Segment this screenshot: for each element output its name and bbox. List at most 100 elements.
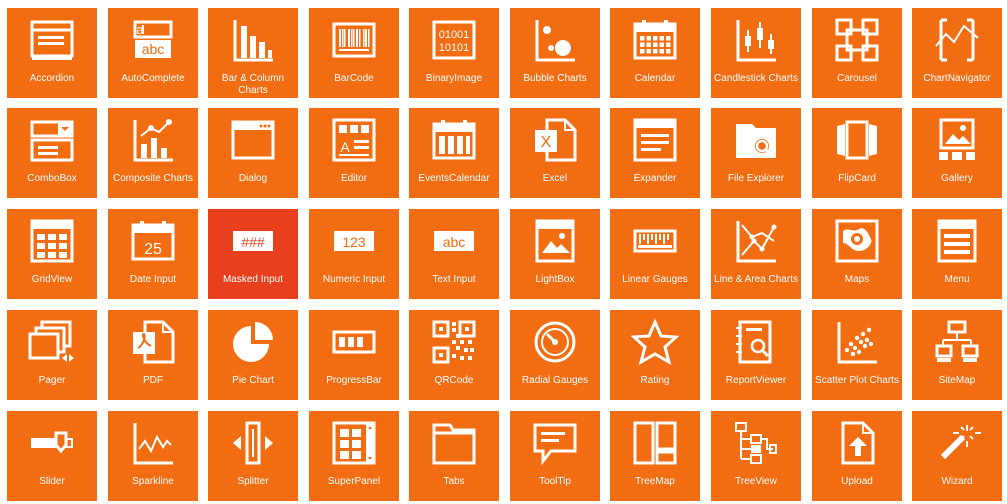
- splitter-icon: [229, 419, 277, 467]
- tile-wizard[interactable]: Wizard: [912, 411, 1002, 501]
- tile-masked-input[interactable]: ### Masked Input: [208, 209, 298, 299]
- tile-splitter[interactable]: Splitter: [208, 411, 298, 501]
- superpanel-icon: [330, 419, 378, 467]
- tile-gridview[interactable]: GridView: [7, 209, 97, 299]
- tile-chart-navigator[interactable]: ChartNavigator: [912, 8, 1002, 98]
- tile-label: Editor: [340, 173, 368, 184]
- bubble-chart-icon: [531, 16, 579, 64]
- tile-map[interactable]: Maps: [812, 209, 902, 299]
- tile-star[interactable]: Rating: [610, 310, 700, 400]
- tile-label: BarCode: [334, 73, 374, 84]
- tile-excel[interactable]: X Excel: [510, 108, 600, 198]
- dialog-icon: [229, 116, 277, 164]
- pager-icon: [28, 318, 76, 366]
- tile-radial-gauge[interactable]: Radial Gauges: [510, 310, 600, 400]
- accordion-icon: [28, 16, 76, 64]
- binary-image-icon: 01001 10101: [430, 16, 478, 64]
- tile-autocomplete[interactable]: a abc AutoComplete: [108, 8, 198, 98]
- combobox-icon: [28, 116, 76, 164]
- tile-sitemap[interactable]: SiteMap: [912, 310, 1002, 400]
- tile-label: SiteMap: [938, 375, 976, 386]
- tile-tooltip[interactable]: ToolTip: [510, 411, 600, 501]
- tile-accordion[interactable]: Accordion: [7, 8, 97, 98]
- tile-label: Wizard: [941, 476, 973, 487]
- expander-icon: [631, 116, 679, 164]
- tile-label: ComboBox: [27, 173, 77, 184]
- tile-bar-chart[interactable]: Bar & Column Charts: [208, 8, 298, 98]
- tile-treemap[interactable]: TreeMap: [610, 411, 700, 501]
- tile-line-chart[interactable]: Line & Area Charts: [711, 209, 801, 299]
- tile-superpanel[interactable]: SuperPanel: [309, 411, 399, 501]
- sparkline-icon: [129, 419, 177, 467]
- tile-candlestick-chart[interactable]: Candlestick Charts: [711, 8, 801, 98]
- tile-label: EventsCalendar: [418, 173, 490, 184]
- tile-slider[interactable]: Slider: [7, 411, 97, 501]
- tile-dialog[interactable]: Dialog: [208, 108, 298, 198]
- tile-report-viewer[interactable]: ReportViewer: [711, 310, 801, 400]
- tile-label: File Explorer: [727, 173, 785, 184]
- editor-icon: A: [330, 116, 378, 164]
- progress-bar-icon: [330, 318, 378, 366]
- tile-sparkline[interactable]: Sparkline: [108, 411, 198, 501]
- text-input-icon: abc: [430, 217, 478, 265]
- tile-bubble-chart[interactable]: Bubble Charts: [510, 8, 600, 98]
- tile-progress-bar[interactable]: ProgressBar: [309, 310, 399, 400]
- tile-composite-chart[interactable]: Composite Charts: [108, 108, 198, 198]
- tile-events-calendar[interactable]: EventsCalendar: [409, 108, 499, 198]
- tile-scatter-chart[interactable]: Scatter Plot Charts: [812, 310, 902, 400]
- tile-barcode[interactable]: BarCode: [309, 8, 399, 98]
- tile-editor[interactable]: A Editor: [309, 108, 399, 198]
- tile-calendar[interactable]: Calendar: [610, 8, 700, 98]
- tile-gallery[interactable]: Gallery: [912, 108, 1002, 198]
- tile-label: QRCode: [434, 375, 474, 386]
- tile-upload[interactable]: Upload: [812, 411, 902, 501]
- tile-treeview[interactable]: TreeView: [711, 411, 801, 501]
- tooltip-icon: [531, 419, 579, 467]
- tile-binary-image[interactable]: 01001 10101 BinaryImage: [409, 8, 499, 98]
- tile-qrcode[interactable]: QRCode: [409, 310, 499, 400]
- tile-label: Gallery: [941, 173, 973, 184]
- tile-menu[interactable]: Menu: [912, 209, 1002, 299]
- tile-linear-gauge[interactable]: Linear Gauges: [610, 209, 700, 299]
- tile-label: ToolTip: [539, 476, 571, 487]
- tile-label: Scatter Plot Charts: [815, 375, 899, 386]
- scatter-chart-icon: [833, 318, 881, 366]
- tile-label: AutoComplete: [121, 73, 185, 84]
- map-icon: [833, 217, 881, 265]
- tile-combobox[interactable]: ComboBox: [7, 108, 97, 198]
- tile-lightbox[interactable]: LightBox: [510, 209, 600, 299]
- tile-pdf[interactable]: PDF: [108, 310, 198, 400]
- tile-label: TreeMap: [635, 476, 675, 487]
- tile-label: ChartNavigator: [923, 73, 991, 84]
- tile-flipcard[interactable]: FlipCard: [812, 108, 902, 198]
- report-viewer-icon: [732, 318, 780, 366]
- tile-pager[interactable]: Pager: [7, 310, 97, 400]
- tile-text-input[interactable]: abc Text Input: [409, 209, 499, 299]
- tile-label: Radial Gauges: [521, 375, 589, 386]
- file-explorer-icon: [732, 116, 780, 164]
- tile-expander[interactable]: Expander: [610, 108, 700, 198]
- sitemap-icon: [933, 318, 981, 366]
- svg-text:X: X: [541, 134, 552, 151]
- tile-label: Sparkline: [132, 476, 174, 487]
- flipcard-icon: [833, 116, 881, 164]
- tile-file-explorer[interactable]: File Explorer: [711, 108, 801, 198]
- tile-label: ReportViewer: [725, 375, 787, 386]
- tile-date-input[interactable]: 25 Date Input: [108, 209, 198, 299]
- tile-label: Date Input: [129, 274, 177, 285]
- menu-icon: [933, 217, 981, 265]
- star-icon: [631, 318, 679, 366]
- tile-label: Slider: [39, 476, 65, 487]
- tile-label: LightBox: [535, 274, 575, 285]
- tile-label: Maps: [844, 274, 870, 285]
- upload-icon: [833, 419, 881, 467]
- tile-pie-chart[interactable]: Pie Chart: [208, 310, 298, 400]
- tile-label: Text Input: [432, 274, 476, 285]
- calendar-icon: [631, 16, 679, 64]
- tile-label: Splitter: [237, 476, 269, 487]
- tile-label: Excel: [542, 173, 568, 184]
- tile-numeric-input[interactable]: 123 Numeric Input: [309, 209, 399, 299]
- tile-tabs[interactable]: Tabs: [409, 411, 499, 501]
- tile-label: ProgressBar: [326, 375, 382, 386]
- tile-carousel[interactable]: Carousel: [812, 8, 902, 98]
